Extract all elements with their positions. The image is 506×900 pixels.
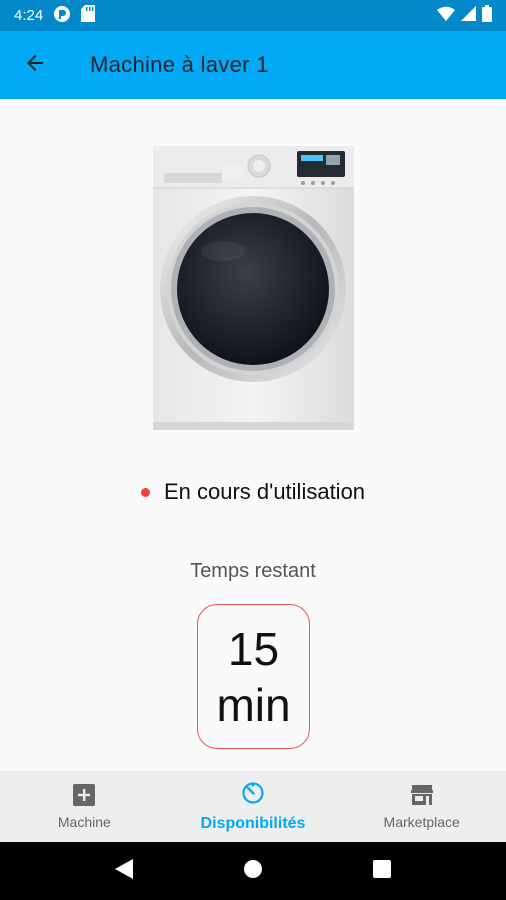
remaining-time-label: Temps restant xyxy=(190,560,316,582)
nav-label-machine: Machine xyxy=(57,813,111,830)
machine-status: En cours d'utilisation xyxy=(0,479,506,505)
circle-home-icon xyxy=(243,859,263,884)
bottom-navigation: Machine Disponibilités Marketplace xyxy=(0,771,506,842)
machine-status-text: En cours d'utilisation xyxy=(163,479,366,504)
system-home-button[interactable] xyxy=(233,851,273,891)
sd-card-icon xyxy=(81,5,96,26)
status-time: 4:24 xyxy=(14,7,44,24)
status-bar: 4:24 xyxy=(0,0,506,31)
system-navigation-bar xyxy=(0,842,506,900)
app-notification-icon xyxy=(53,5,71,27)
triangle-back-icon xyxy=(115,858,134,884)
square-recents-icon xyxy=(372,859,391,883)
add-box-icon xyxy=(73,783,96,809)
system-recents-button[interactable] xyxy=(362,851,402,891)
battery-icon xyxy=(482,5,492,26)
remaining-time-unit: min xyxy=(216,678,291,731)
nav-item-disponibilites[interactable]: Disponibilités xyxy=(169,771,338,842)
store-icon xyxy=(410,784,433,809)
app-bar: Machine à laver 1 xyxy=(0,31,506,99)
washing-machine-image xyxy=(153,146,354,430)
status-dot-icon xyxy=(140,487,150,497)
arrow-back-icon xyxy=(23,51,47,80)
wifi-icon xyxy=(437,6,455,25)
nav-label-disponibilites: Disponibilités xyxy=(200,814,306,832)
machine-detail: En cours d'utilisation Temps restant 15 … xyxy=(0,99,506,771)
remaining-time-value: 15 xyxy=(227,622,280,675)
system-back-button[interactable] xyxy=(104,851,144,891)
timer-icon xyxy=(241,781,265,810)
nav-item-machine[interactable]: Machine xyxy=(0,771,169,842)
remaining-time-box: 15 min xyxy=(197,604,310,749)
signal-icon xyxy=(461,6,476,25)
nav-item-marketplace[interactable]: Marketplace xyxy=(337,771,506,842)
back-button[interactable] xyxy=(0,31,70,99)
page-title: Machine à laver 1 xyxy=(90,52,269,77)
nav-label-marketplace: Marketplace xyxy=(383,813,460,830)
